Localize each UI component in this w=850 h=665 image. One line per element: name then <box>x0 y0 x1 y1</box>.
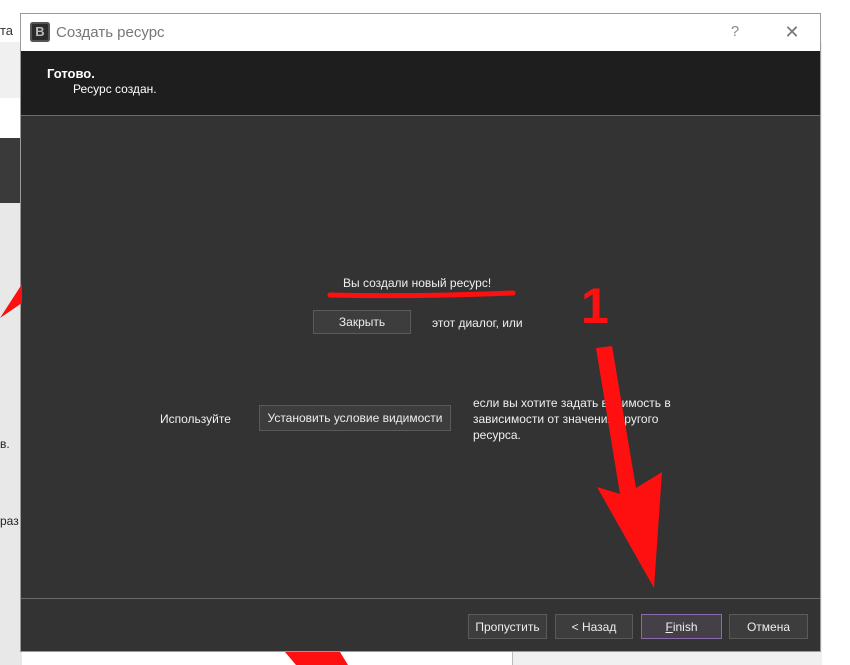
close-suffix-text: этот диалог, или <box>432 316 523 330</box>
visibility-hint-line-2: зависимости от значения другого <box>473 412 659 426</box>
background-panel-dark <box>0 138 20 203</box>
app-icon: B <box>30 22 50 42</box>
visibility-hint-line-3: ресурса. <box>473 428 521 442</box>
background-panel-light <box>0 98 20 138</box>
use-label: Используйте <box>160 412 231 426</box>
set-visibility-condition-button[interactable]: Установить условие видимости <box>259 405 451 431</box>
background-right-area <box>822 40 850 665</box>
dialog-titlebar: B Создать ресурс ? ✕ <box>21 14 820 51</box>
annotation-number: 1 <box>581 278 609 334</box>
header-title: Готово. <box>47 66 95 81</box>
close-icon[interactable]: ✕ <box>780 21 804 43</box>
created-message: Вы создали новый ресурс! <box>343 276 492 290</box>
finish-label-rest: inish <box>672 619 698 634</box>
background-side-text-1: в. <box>0 437 10 451</box>
background-bottom-area <box>22 652 513 665</box>
skip-button[interactable]: Пропустить <box>468 614 547 639</box>
background-toolbar-text: та <box>0 23 14 38</box>
create-resource-dialog: B Создать ресурс ? ✕ Готово. Ресурс созд… <box>20 13 821 652</box>
back-button[interactable]: < Назад <box>555 614 633 639</box>
visibility-hint-line-1: если вы хотите задать видимость в <box>473 396 671 410</box>
close-dialog-button[interactable]: Закрыть <box>313 310 411 334</box>
help-button[interactable]: ? <box>725 22 745 42</box>
dialog-title: Создать ресурс <box>56 24 165 41</box>
wizard-header: Готово. Ресурс создан. <box>21 51 820 116</box>
background-side-panel <box>0 203 22 665</box>
finish-mnemonic: F <box>665 619 673 634</box>
footer-divider <box>21 598 820 599</box>
header-subtitle: Ресурс создан. <box>73 82 157 96</box>
background-side-text-2: раз <box>0 514 19 528</box>
finish-button[interactable]: Finish <box>641 614 722 639</box>
cancel-button[interactable]: Отмена <box>729 614 808 639</box>
